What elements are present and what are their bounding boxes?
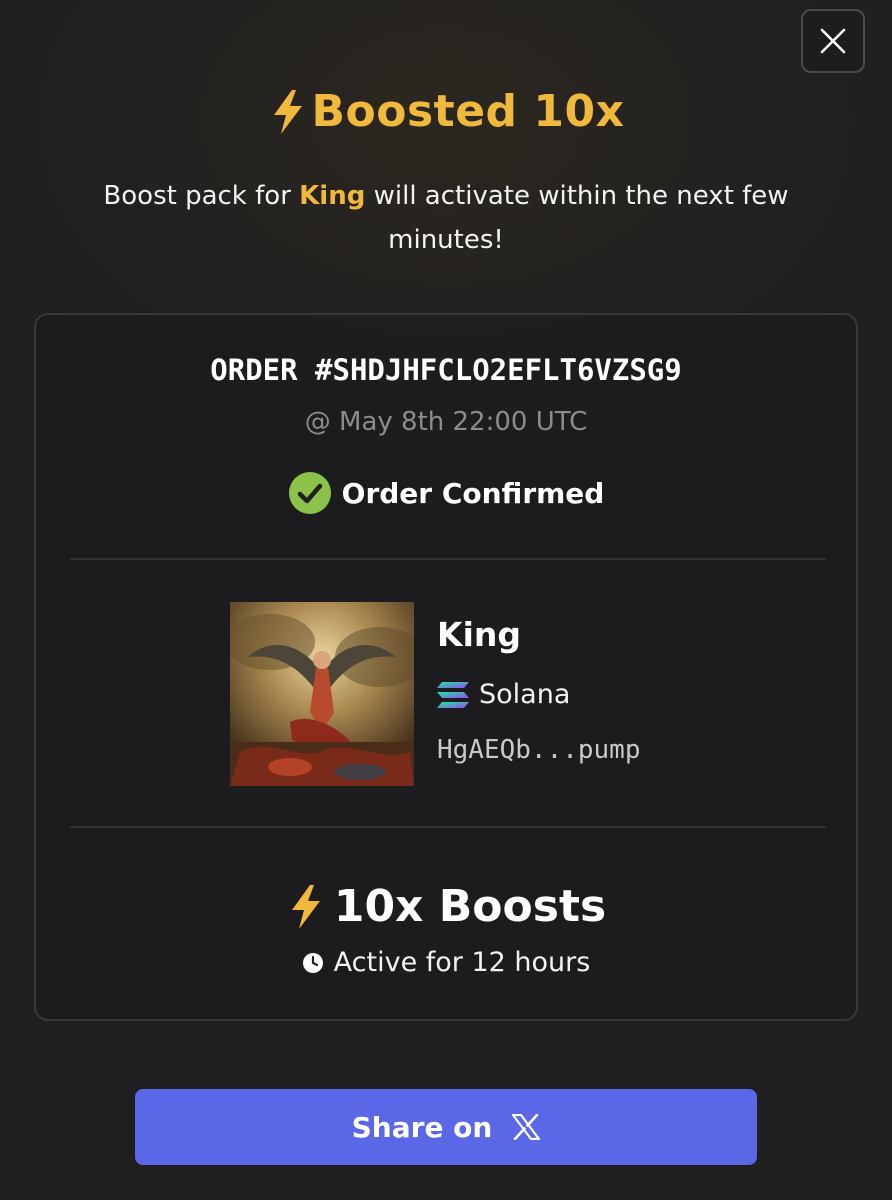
token-image (230, 602, 414, 786)
dialog-subtitle: Boost pack for King will activate within… (60, 174, 832, 262)
subtitle-text: Boost pack for (103, 181, 300, 211)
dialog-title: Boosted 10x (0, 86, 892, 137)
subtitle-text-end: will activate within the next few minute… (365, 181, 789, 255)
x-logo-icon (512, 1114, 541, 1140)
boost-duration: Active for 12 hours (36, 947, 856, 978)
clock-icon (302, 952, 323, 973)
token-chain-label: Solana (479, 679, 571, 710)
order-timestamp: @ May 8th 22:00 UTC (304, 407, 588, 437)
order-status: Order Confirmed (36, 471, 856, 515)
order-card: ORDER #SHDJHFCLO2EFLT6VZSG9 @ May 8th 22… (34, 313, 858, 1021)
check-circle-icon (288, 472, 331, 514)
lightning-icon (291, 884, 320, 929)
boost-duration-label: Active for 12 hours (333, 947, 591, 978)
lightning-icon (273, 89, 302, 134)
divider (70, 558, 826, 560)
close-icon (820, 28, 846, 54)
boost-label: 10x Boosts (333, 881, 607, 932)
token-address: HgAEQb...pump (437, 735, 641, 765)
divider (70, 826, 826, 828)
subtitle-token-name: King (299, 181, 366, 211)
order-id: ORDER #SHDJHFCLO2EFLT6VZSG9 (210, 353, 682, 387)
token-name: King (437, 615, 521, 654)
share-on-x-button[interactable]: Share on (135, 1089, 757, 1165)
close-button[interactable] (801, 9, 865, 73)
boost-amount: 10x Boosts (36, 881, 856, 932)
dialog-title-text: Boosted 10x (311, 86, 625, 137)
solana-icon (437, 681, 469, 708)
token-chain: Solana (437, 679, 570, 710)
share-button-label: Share on (351, 1110, 493, 1144)
order-status-label: Order Confirmed (341, 476, 605, 510)
